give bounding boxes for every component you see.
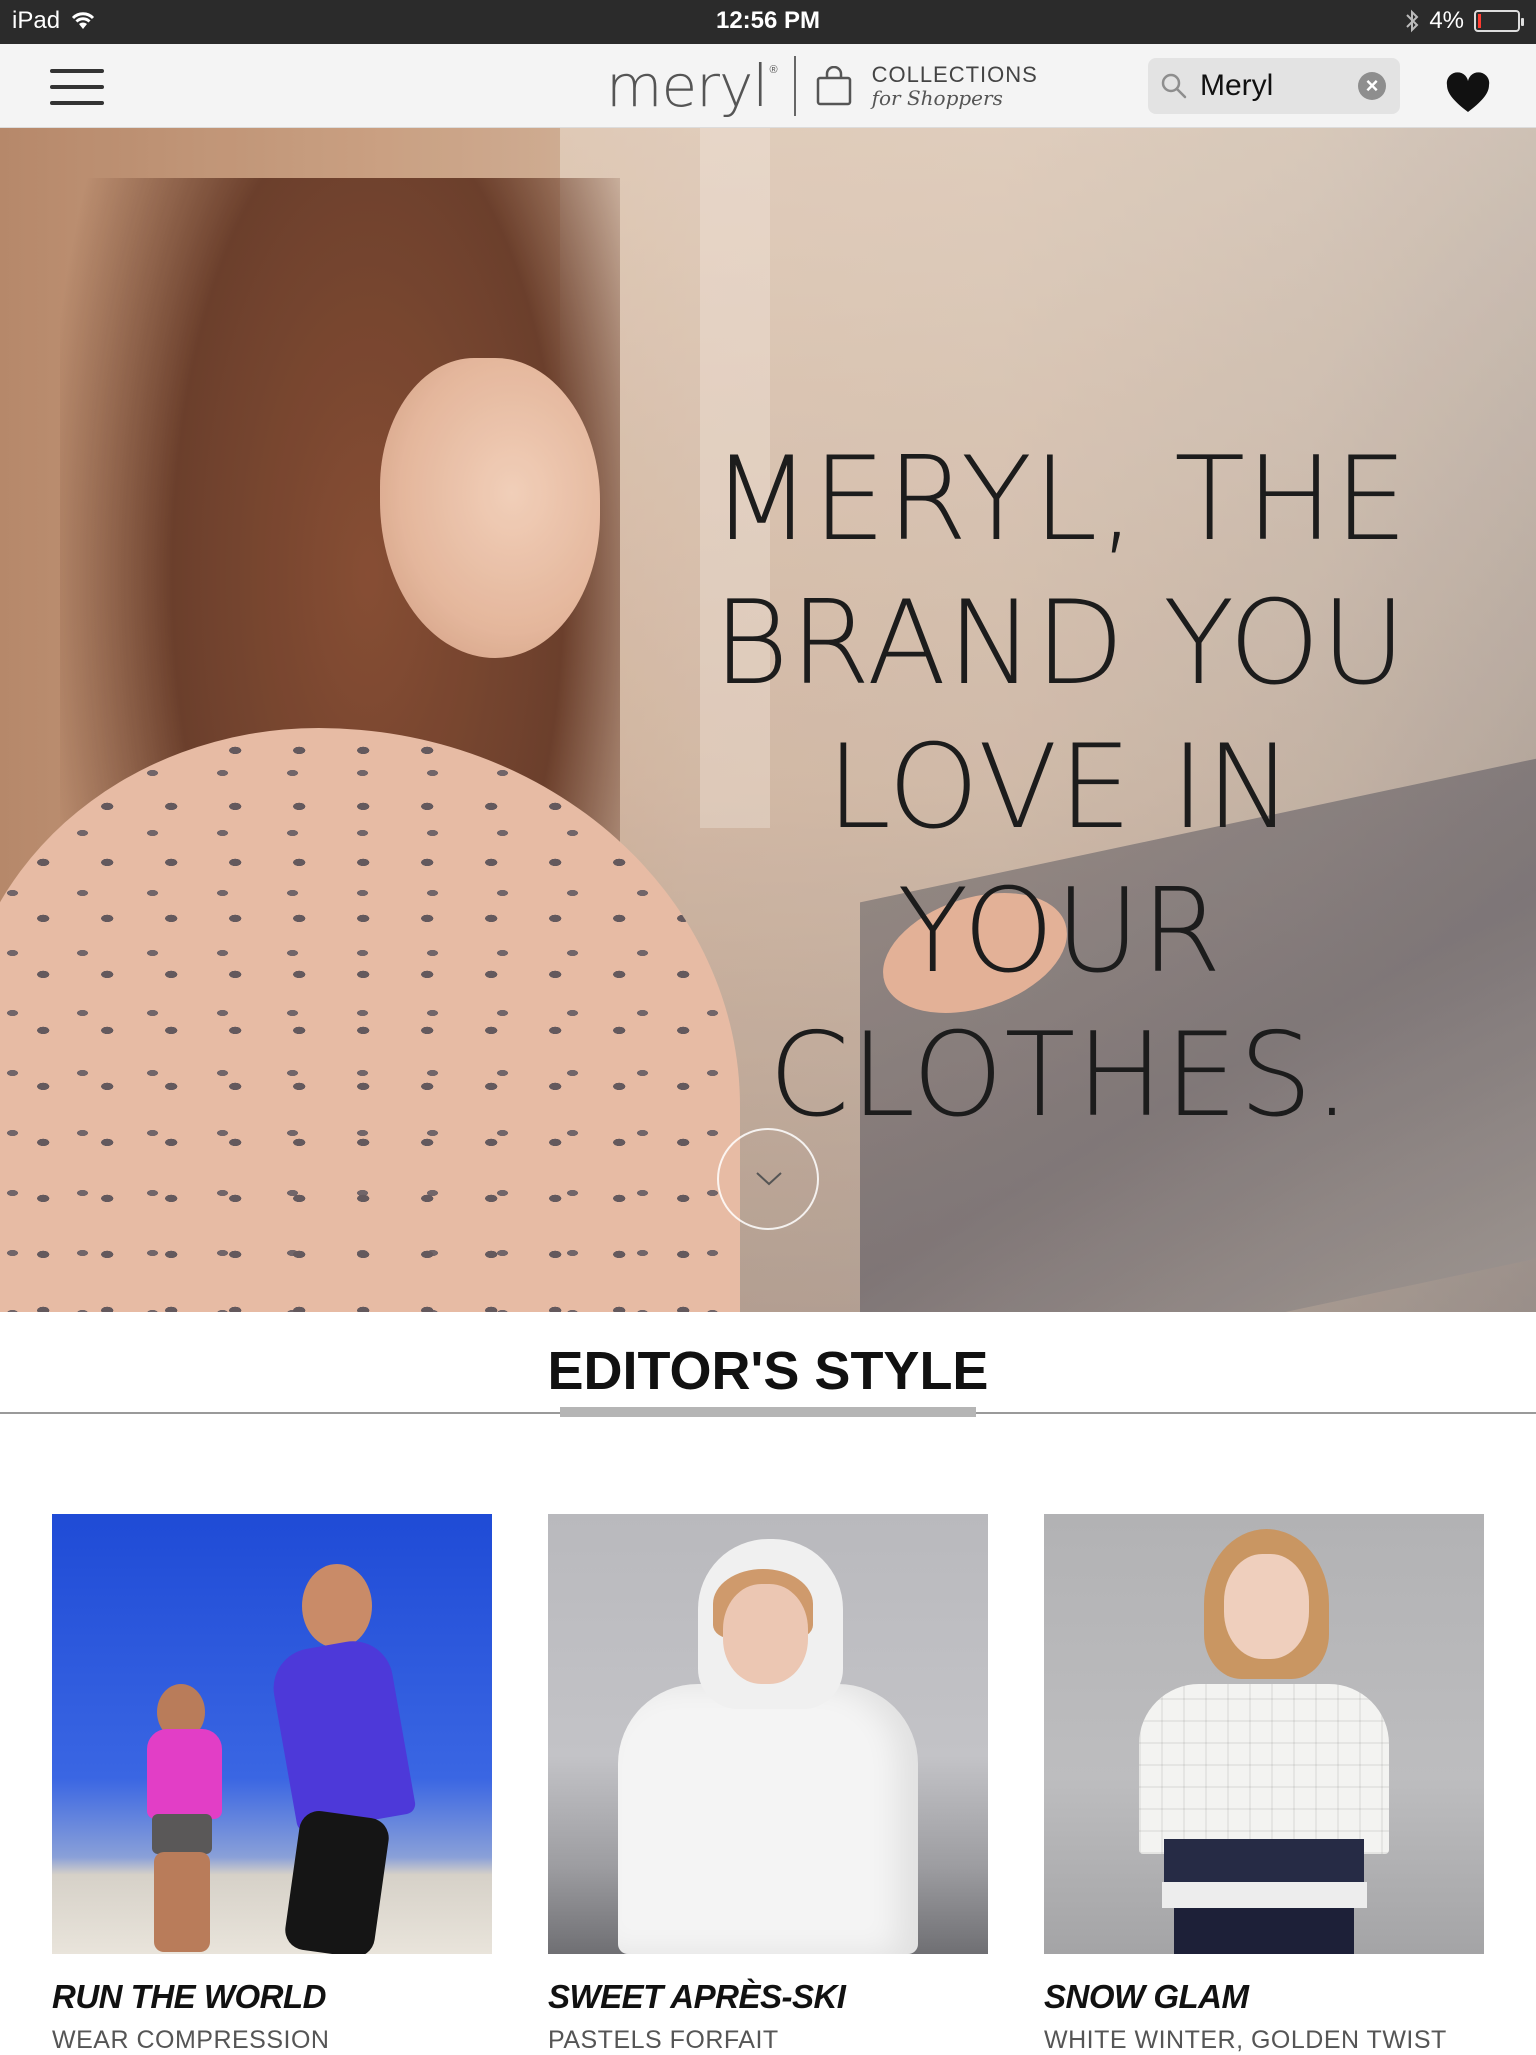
editor-card-run-the-world[interactable]: RUN THE WORLD WEAR COMPRESSION (52, 1514, 492, 2055)
nav-bar: meryl ® COLLECTIONS for Shoppers × (0, 44, 1536, 128)
card-subtitle: WEAR COMPRESSION (52, 2026, 330, 2054)
section-title: EDITOR'S STYLE (547, 1341, 989, 1401)
section-title-underline (560, 1407, 976, 1417)
clear-icon[interactable]: × (1358, 72, 1386, 100)
brand-logo: meryl (606, 52, 768, 120)
status-bar: iPad 12:56 PM 4% (0, 0, 1536, 44)
card-image (548, 1514, 988, 1954)
shopping-bag-icon (816, 66, 851, 106)
card-title: RUN THE WORLD (52, 1978, 326, 2015)
collections-label: COLLECTIONS for Shoppers (871, 61, 1038, 111)
scroll-down-button[interactable] (717, 1128, 819, 1230)
search-icon (1161, 73, 1187, 99)
chevron-down-icon (756, 1172, 782, 1186)
editor-card-sweet-apres-ski[interactable]: SWEET APRÈS-SKI PASTELS FORFAIT (548, 1514, 988, 2055)
card-image (1044, 1514, 1484, 1954)
heart-icon[interactable] (1445, 72, 1491, 114)
search-bar[interactable]: × (1148, 58, 1400, 114)
hamburger-menu-icon[interactable] (50, 69, 104, 105)
battery-icon (1474, 10, 1524, 32)
card-subtitle: WHITE WINTER, GOLDEN TWIST (1044, 2026, 1447, 2054)
collections-subtitle: for Shoppers (871, 86, 1003, 111)
brand-divider (793, 56, 796, 116)
status-bar-right: 4% (1405, 7, 1524, 35)
collections-title: COLLECTIONS (871, 61, 1038, 87)
hero-headline: MERYL, THE BRAND YOU LOVE IN YOUR CLOTHE… (711, 432, 1409, 1143)
bluetooth-icon (1406, 9, 1419, 33)
card-title: SNOW GLAM (1044, 1978, 1249, 2015)
card-subtitle: PASTELS FORFAIT (548, 2026, 779, 2054)
battery-percent: 4% (1429, 7, 1464, 34)
editor-card-snow-glam[interactable]: SNOW GLAM WHITE WINTER, GOLDEN TWIST (1044, 1514, 1484, 2055)
card-image (52, 1514, 492, 1954)
registered-mark: ® (769, 64, 778, 76)
card-title: SWEET APRÈS-SKI (548, 1978, 846, 2015)
brand-header[interactable]: meryl ® COLLECTIONS for Shoppers (606, 54, 1038, 118)
search-input[interactable] (1200, 69, 1340, 103)
clock: 12:56 PM (715, 7, 821, 34)
